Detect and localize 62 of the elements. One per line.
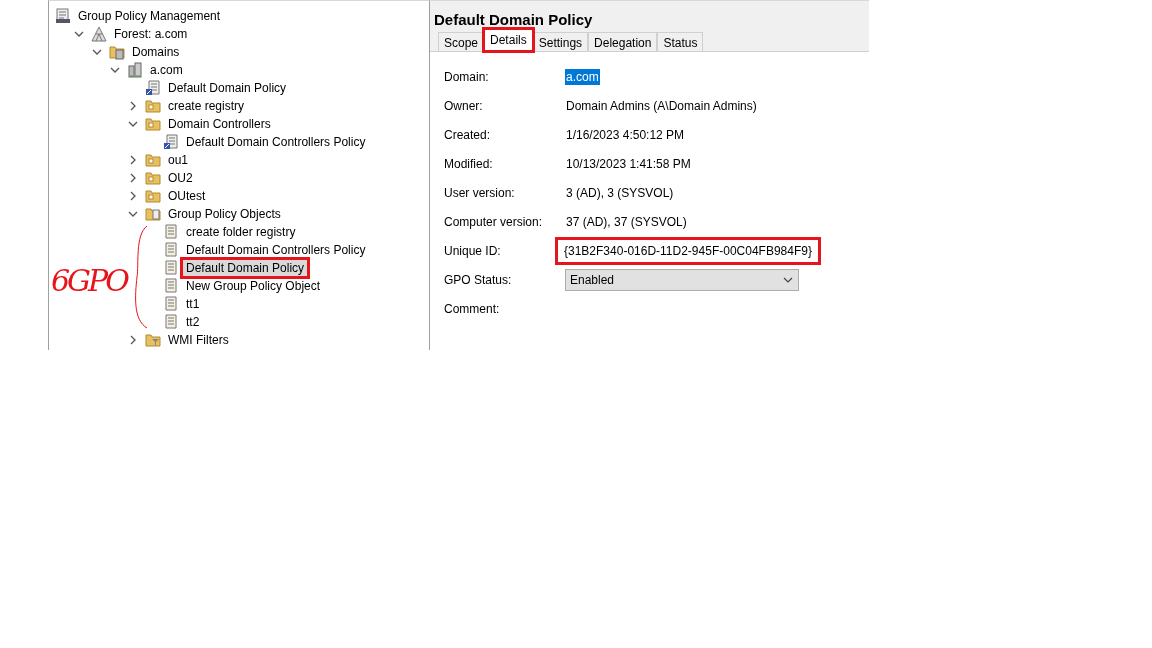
tree-item[interactable]: Default Domain Policy xyxy=(180,257,311,279)
folder-scroll-icon xyxy=(145,206,161,222)
status-dropdown[interactable]: Enabled xyxy=(565,268,799,291)
field-label: Domain: xyxy=(444,69,490,84)
tree-item[interactable]: Default Domain Policy xyxy=(165,80,290,96)
tree-item[interactable]: tt2 xyxy=(183,314,203,330)
field-value: 37 (AD), 37 (SYSVOL) xyxy=(565,213,688,230)
scroll-link-icon xyxy=(163,134,179,150)
folder-filter-icon xyxy=(145,332,161,348)
folder-icon xyxy=(145,170,161,186)
field-label: Created: xyxy=(444,127,492,142)
server-icon xyxy=(127,62,143,78)
scroll-icon xyxy=(163,260,179,276)
folder-server-icon xyxy=(109,44,125,60)
folder-icon xyxy=(145,116,161,132)
tree-item[interactable]: Default Domain Controllers Policy xyxy=(183,134,369,150)
tree-item[interactable]: Group Policy Management xyxy=(75,8,224,24)
tab[interactable]: Scope xyxy=(438,32,485,51)
field-label: Unique ID: xyxy=(444,243,502,258)
tree-item[interactable]: Domains xyxy=(129,44,183,60)
tree-item[interactable]: Domain Controllers xyxy=(165,116,274,132)
tab[interactable]: Status xyxy=(657,32,704,51)
scroll-link-icon xyxy=(145,80,161,96)
tree-item[interactable]: OUtest xyxy=(165,188,209,204)
field-value: a.com xyxy=(565,68,600,85)
tree-item[interactable]: ou1 xyxy=(165,152,192,168)
scroll-icon xyxy=(163,224,179,240)
tree-item[interactable]: create registry xyxy=(165,98,248,114)
field-label: Owner: xyxy=(444,98,484,113)
tree-item[interactable]: New Group Policy Object xyxy=(183,278,324,294)
field-value: 10/13/2023 1:41:58 PM xyxy=(565,155,692,172)
tab[interactable]: Settings xyxy=(532,32,589,51)
tab[interactable]: Details xyxy=(484,29,533,51)
tree-item[interactable]: Group Policy Objects xyxy=(165,206,284,222)
scroll-icon xyxy=(163,278,179,294)
console-icon xyxy=(55,8,71,24)
scroll-icon xyxy=(163,296,179,312)
tab[interactable]: Delegation xyxy=(588,32,658,51)
tree-item[interactable]: Forest: a.com xyxy=(111,26,191,42)
field-value: Domain Admins (A\Domain Admins) xyxy=(565,97,758,114)
tree-item[interactable]: tt1 xyxy=(183,296,203,312)
handwritten-note: 6GPO xyxy=(51,263,127,298)
field-label: Computer version: xyxy=(444,214,544,229)
tree-item[interactable]: OU2 xyxy=(165,170,196,186)
field-label: User version: xyxy=(444,185,516,200)
tree-item[interactable]: WMI Filters xyxy=(165,332,232,348)
scroll-icon xyxy=(163,314,179,330)
field-value: 3 (AD), 3 (SYSVOL) xyxy=(565,184,675,201)
field-label: GPO Status: xyxy=(444,272,513,287)
panel-title: Default Domain Policy xyxy=(434,11,594,28)
folder-icon xyxy=(145,98,161,114)
field-value: {31B2F340-016D-11D2-945F-00C04FB984F9} xyxy=(555,236,821,265)
tree-item[interactable]: create folder registry xyxy=(183,224,299,240)
folder-icon xyxy=(145,152,161,168)
tree-item[interactable]: Default Domain Controllers Policy xyxy=(183,242,369,258)
tree-item[interactable]: a.com xyxy=(147,62,186,78)
folder-icon xyxy=(145,188,161,204)
scroll-icon xyxy=(163,242,179,258)
triangle-icon xyxy=(91,26,107,42)
field-label: Comment: xyxy=(444,301,501,316)
field-value: 1/16/2023 4:50:12 PM xyxy=(565,126,686,143)
field-label: Modified: xyxy=(444,156,494,171)
